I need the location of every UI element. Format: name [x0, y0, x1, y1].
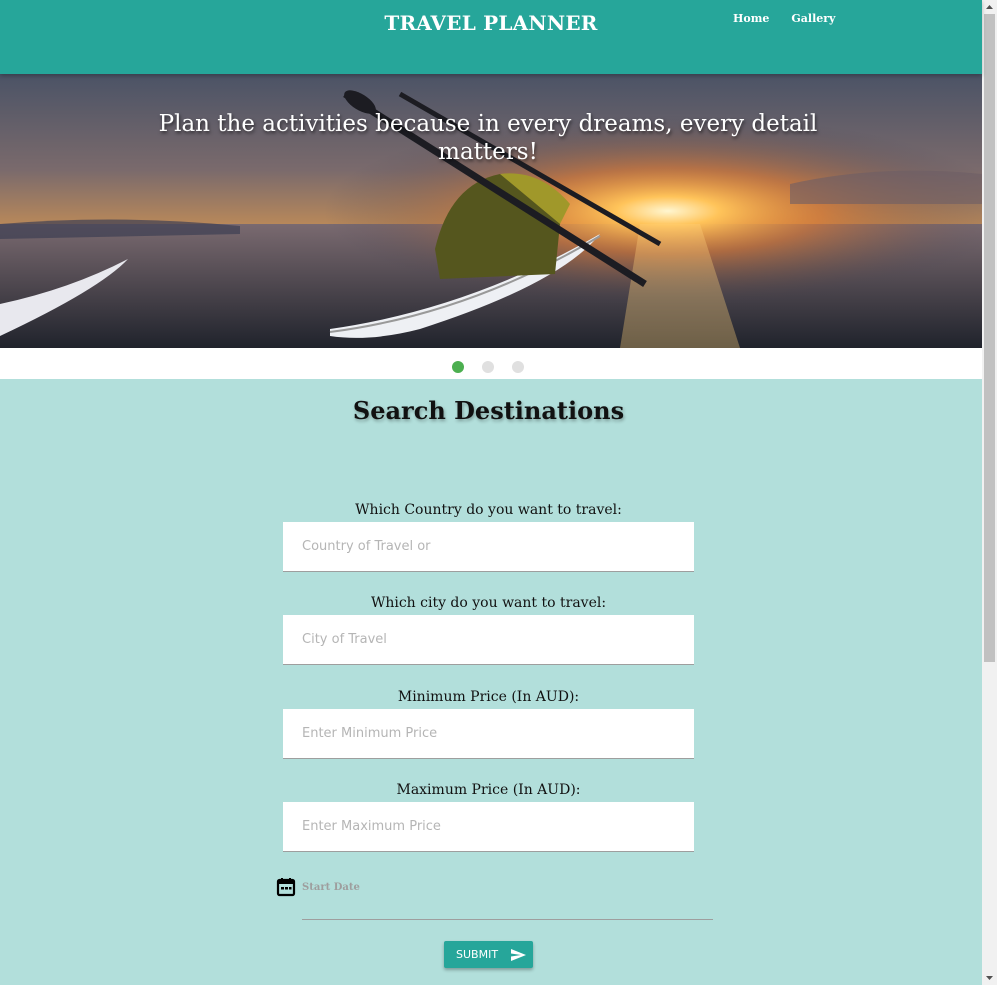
navbar: TRAVEL PLANNER Home Gallery — [0, 0, 982, 74]
scroll-down-arrow-icon[interactable] — [982, 971, 997, 985]
country-label: Which Country do you want to travel: — [355, 502, 622, 518]
city-input[interactable] — [283, 615, 694, 665]
submit-label: SUBMIT — [456, 948, 499, 961]
page-scrollbar[interactable] — [982, 0, 997, 985]
indicator-dot-3[interactable] — [512, 361, 524, 373]
nav-link-home[interactable]: Home — [722, 12, 780, 25]
hero-slider[interactable]: Plan the activities because in every dre… — [0, 74, 982, 348]
nav-link-gallery[interactable]: Gallery — [780, 12, 846, 25]
date-input-underline — [302, 919, 713, 920]
slider-indicator-bar — [0, 348, 982, 379]
indicator-dot-2[interactable] — [482, 361, 494, 373]
city-label: Which city do you want to travel: — [370, 595, 607, 611]
submit-button[interactable]: SUBMIT — [444, 941, 533, 968]
scroll-up-arrow-icon[interactable] — [982, 0, 997, 14]
max-price-label: Maximum Price (In AUD): — [396, 782, 581, 798]
country-input[interactable] — [283, 522, 694, 572]
min-price-label: Minimum Price (In AUD): — [397, 689, 580, 705]
send-icon — [511, 948, 527, 961]
indicator-dot-1[interactable] — [452, 361, 464, 373]
slider-indicators — [452, 361, 524, 373]
section-title: Search Destinations — [352, 396, 625, 425]
max-price-input[interactable] — [283, 802, 694, 852]
nav-links: Home Gallery — [722, 12, 846, 25]
calendar-icon[interactable] — [276, 877, 296, 897]
scrollbar-thumb[interactable] — [984, 14, 995, 662]
start-date-input[interactable]: Start Date — [302, 882, 360, 893]
hero-caption: Plan the activities because in every dre… — [158, 111, 818, 165]
min-price-input[interactable] — [283, 709, 694, 759]
